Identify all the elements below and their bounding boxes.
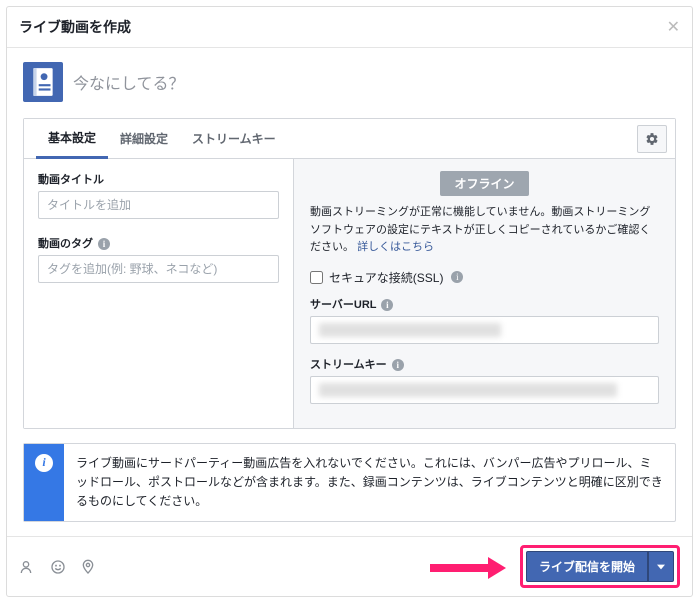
page-avatar-icon — [30, 67, 56, 97]
right-column: オフライン 動画ストリーミングが正常に機能していません。動画ストリーミングソフト… — [294, 159, 675, 428]
live-video-dialog: ライブ動画を作成 ✕ 今なにしてる？ 基本設定 詳細設定 ストリームキー — [6, 6, 693, 597]
ssl-label: セキュアな接続(SSL) — [329, 269, 443, 286]
server-url-label: サーバーURL i — [310, 296, 659, 312]
ssl-checkbox[interactable] — [310, 271, 323, 284]
stream-status-text: 動画ストリーミングが正常に機能していません。動画ストリーミングソフトウェアの設定… — [310, 204, 659, 257]
tab-basic[interactable]: 基本設定 — [36, 119, 108, 159]
info-icon[interactable]: i — [98, 238, 110, 250]
gear-icon — [645, 132, 659, 146]
tab-advanced[interactable]: 詳細設定 — [108, 120, 180, 157]
info-icon[interactable]: i — [451, 271, 463, 283]
video-tags-label: 動画のタグ i — [38, 235, 279, 251]
info-icon[interactable]: i — [381, 299, 393, 311]
video-tags-input[interactable] — [38, 255, 279, 283]
server-url-field[interactable] — [310, 316, 659, 344]
start-stream-button[interactable]: ライブ配信を開始 — [526, 551, 674, 582]
location-icon[interactable] — [79, 558, 97, 576]
tag-people-icon[interactable] — [19, 558, 37, 576]
learn-more-link[interactable]: 詳しくはこちら — [357, 241, 434, 253]
start-stream-dropdown[interactable] — [648, 551, 674, 582]
start-stream-label[interactable]: ライブ配信を開始 — [526, 551, 648, 582]
stream-key-field[interactable] — [310, 376, 659, 404]
dialog-title: ライブ動画を作成 — [19, 17, 131, 37]
composer-row: 今なにしてる？ — [7, 48, 692, 118]
info-icon: i — [35, 454, 53, 472]
annotation-highlight: ライブ配信を開始 — [520, 545, 680, 588]
left-column: 動画タイトル 動画のタグ i — [24, 159, 294, 428]
stream-key-label: ストリームキー i — [310, 356, 659, 372]
tabs-bar: 基本設定 詳細設定 ストリームキー — [24, 119, 675, 159]
notice-icon-strip: i — [24, 444, 64, 522]
video-title-label: 動画タイトル — [38, 171, 279, 187]
annotation-arrow — [430, 557, 510, 577]
close-icon[interactable]: ✕ — [667, 17, 680, 37]
dialog-footer: ライブ配信を開始 — [7, 536, 692, 596]
notice-text: ライブ動画にサードパーティー動画広告を入れないでください。これには、バンパー広告… — [76, 444, 675, 522]
avatar — [23, 62, 63, 102]
composer-prompt[interactable]: 今なにしてる？ — [73, 70, 185, 94]
blurred-content — [319, 323, 501, 337]
notice-box: i ライブ動画にサードパーティー動画広告を入れないでください。これには、バンパー… — [23, 443, 676, 523]
info-icon[interactable]: i — [392, 359, 404, 371]
settings-gear-button[interactable] — [637, 125, 667, 153]
emoji-icon[interactable] — [49, 558, 67, 576]
chevron-down-icon — [657, 563, 665, 571]
settings-pane: 基本設定 詳細設定 ストリームキー 動画タイトル 動画のタグ i — [23, 118, 676, 429]
blurred-content — [319, 383, 617, 397]
dialog-header: ライブ動画を作成 ✕ — [7, 7, 692, 48]
offline-badge: オフライン — [440, 171, 528, 196]
tab-streamkey[interactable]: ストリームキー — [180, 120, 288, 157]
video-title-input[interactable] — [38, 191, 279, 219]
